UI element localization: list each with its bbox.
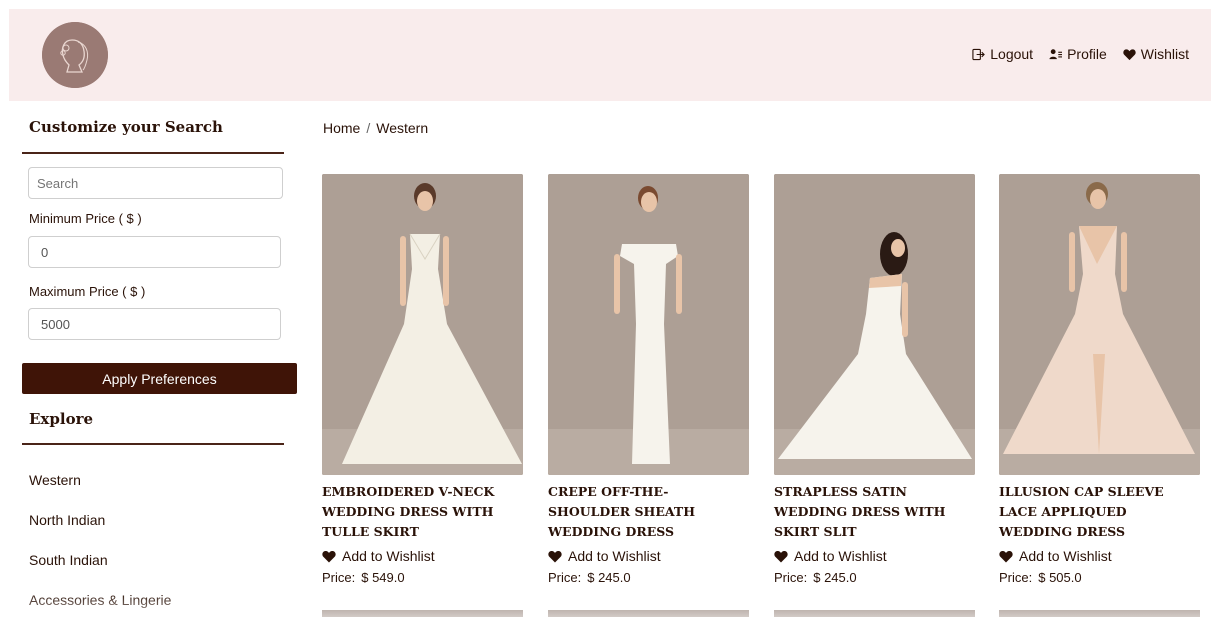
- product-name[interactable]: EMBROIDERED V-NECK WEDDING DRESS WITH TU…: [322, 482, 523, 542]
- logout-link[interactable]: Logout: [972, 46, 1033, 62]
- search-input[interactable]: [28, 167, 283, 199]
- breadcrumb-separator: /: [366, 120, 371, 136]
- brand-logo[interactable]: [42, 22, 108, 88]
- price-value: $ 245.0: [813, 570, 857, 585]
- min-price-label: Minimum Price ( $ ): [29, 211, 142, 226]
- heart-icon: [548, 550, 562, 562]
- add-to-wishlist-button[interactable]: Add to Wishlist: [322, 548, 523, 564]
- breadcrumb: Home / Western: [323, 120, 428, 136]
- dress-photo-placeholder: [999, 174, 1200, 475]
- explore-title: Explore: [29, 410, 94, 428]
- product-price: Price: $ 505.0: [999, 570, 1200, 585]
- logout-label: Logout: [990, 46, 1034, 62]
- heart-icon: [774, 550, 788, 562]
- explore-item-accessories-lingerie[interactable]: Accessories & Lingerie: [29, 592, 171, 608]
- add-to-wishlist-label: Add to Wishlist: [1019, 548, 1112, 564]
- price-value: $ 245.0: [587, 570, 631, 585]
- heart-icon: [322, 550, 336, 562]
- product-image-next-row[interactable]: [774, 610, 975, 617]
- heart-icon: [1123, 48, 1136, 60]
- add-to-wishlist-button[interactable]: Add to Wishlist: [774, 548, 975, 564]
- divider: [22, 443, 284, 445]
- divider: [22, 152, 284, 154]
- header-nav: Logout Profile Wishlist: [972, 46, 1189, 62]
- product-card: ILLUSION CAP SLEEVE LACE APPLIQUED WEDDI…: [999, 174, 1200, 585]
- site-header: Logout Profile Wishlist: [9, 9, 1211, 101]
- product-image-next-row[interactable]: [322, 610, 523, 617]
- product-card: CREPE OFF-THE-SHOULDER SHEATH WEDDING DR…: [548, 174, 749, 585]
- product-name[interactable]: ILLUSION CAP SLEEVE LACE APPLIQUED WEDDI…: [999, 482, 1200, 542]
- customize-title: Customize your Search: [29, 118, 223, 136]
- add-to-wishlist-button[interactable]: Add to Wishlist: [999, 548, 1200, 564]
- product-image-next-row[interactable]: [999, 610, 1200, 617]
- add-to-wishlist-label: Add to Wishlist: [794, 548, 887, 564]
- add-to-wishlist-label: Add to Wishlist: [568, 548, 661, 564]
- product-image[interactable]: [322, 174, 523, 475]
- explore-item-north-indian[interactable]: North Indian: [29, 512, 105, 528]
- dress-photo-placeholder: [548, 174, 749, 475]
- product-image-next-row[interactable]: [548, 610, 749, 617]
- price-value: $ 549.0: [361, 570, 405, 585]
- product-price: Price: $ 245.0: [774, 570, 975, 585]
- wishlist-link[interactable]: Wishlist: [1123, 46, 1189, 62]
- product-card: EMBROIDERED V-NECK WEDDING DRESS WITH TU…: [322, 174, 523, 585]
- price-label: Price:: [774, 570, 808, 585]
- max-price-input[interactable]: [28, 308, 281, 340]
- product-name[interactable]: STRAPLESS SATIN WEDDING DRESS WITH SKIRT…: [774, 482, 975, 542]
- profile-icon: [1049, 48, 1063, 59]
- product-image[interactable]: [999, 174, 1200, 475]
- explore-item-western[interactable]: Western: [29, 472, 81, 488]
- product-card: STRAPLESS SATIN WEDDING DRESS WITH SKIRT…: [774, 174, 975, 585]
- price-label: Price:: [548, 570, 582, 585]
- price-label: Price:: [999, 570, 1033, 585]
- product-image[interactable]: [774, 174, 975, 475]
- price-value: $ 505.0: [1038, 570, 1082, 585]
- bride-silhouette-logo-icon: [42, 22, 108, 88]
- apply-preferences-button[interactable]: Apply Preferences: [22, 363, 297, 394]
- add-to-wishlist-button[interactable]: Add to Wishlist: [548, 548, 749, 564]
- profile-label: Profile: [1067, 46, 1107, 62]
- dress-photo-placeholder: [322, 174, 523, 475]
- breadcrumb-home[interactable]: Home: [323, 120, 360, 136]
- product-price: Price: $ 549.0: [322, 570, 523, 585]
- product-price: Price: $ 245.0: [548, 570, 749, 585]
- explore-item-south-indian[interactable]: South Indian: [29, 552, 108, 568]
- dress-photo-placeholder: [774, 174, 975, 475]
- add-to-wishlist-label: Add to Wishlist: [342, 548, 435, 564]
- product-name[interactable]: CREPE OFF-THE-SHOULDER SHEATH WEDDING DR…: [548, 482, 749, 542]
- wishlist-label: Wishlist: [1140, 46, 1189, 62]
- heart-icon: [999, 550, 1013, 562]
- profile-link[interactable]: Profile: [1049, 46, 1107, 62]
- max-price-label: Maximum Price ( $ ): [29, 284, 146, 299]
- min-price-input[interactable]: [28, 236, 281, 268]
- logout-icon: [972, 48, 986, 60]
- product-image[interactable]: [548, 174, 749, 475]
- price-label: Price:: [322, 570, 356, 585]
- breadcrumb-current: Western: [376, 120, 429, 136]
